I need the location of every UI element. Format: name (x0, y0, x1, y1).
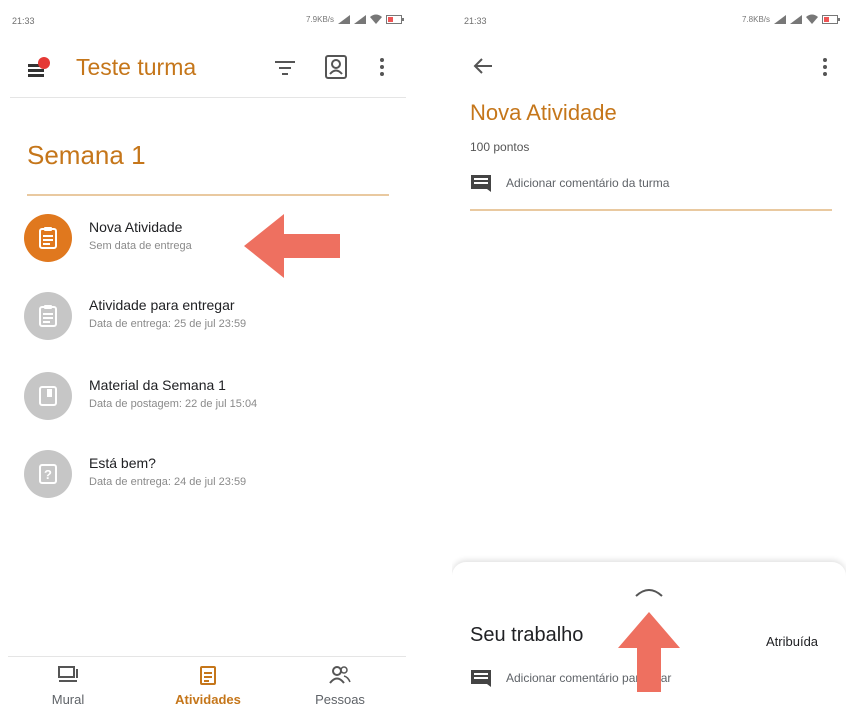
nav-label: Mural (51, 692, 85, 707)
class-comment-button[interactable]: Adicionar comentário da turma (470, 173, 669, 193)
app-bar: Teste turma (0, 48, 410, 88)
status-bar: 21:33 7.8KB/s (452, 14, 846, 30)
assignment-icon (39, 305, 57, 327)
item-subtitle: Data de entrega: 24 de jul 23:59 (89, 476, 247, 488)
arrow-up-icon (618, 612, 680, 692)
nav-atividades[interactable]: Atividades (148, 657, 268, 708)
classwork-icon (200, 666, 216, 685)
work-status: Atribuída (766, 634, 819, 649)
more-vert-icon[interactable] (821, 56, 829, 78)
item-subtitle: Data de postagem: 22 de jul 15:04 (89, 398, 258, 410)
svg-text:?: ? (44, 467, 52, 482)
person-box-icon[interactable] (324, 54, 348, 80)
item-title: Está bem? (89, 455, 156, 471)
week-title: Semana 1 (27, 140, 146, 170)
nav-pessoas[interactable]: Pessoas (280, 657, 400, 708)
item-subtitle: Data de entrega: 25 de jul 23:59 (89, 318, 247, 330)
list-item[interactable]: Atividade para entregar Data de entrega:… (24, 292, 384, 342)
status-time: 21:33 (12, 16, 35, 26)
assignment-divider (470, 209, 832, 211)
status-time: 21:33 (464, 16, 487, 26)
class-comment-label: Adicionar comentário da turma (506, 176, 670, 190)
item-title: Material da Semana 1 (89, 377, 226, 393)
comment-icon (471, 175, 491, 192)
stream-icon (58, 666, 78, 682)
signal-icon (338, 14, 350, 24)
assignment-screen: 21:33 7.8KB/s Nova Atividade 100 pontos … (452, 0, 846, 708)
list-item[interactable]: ? Está bem? Data de entrega: 24 de jul 2… (24, 450, 384, 500)
class-title: Teste turma (76, 54, 197, 80)
bottom-navigation: Mural Atividades Pessoas (8, 656, 406, 708)
battery-icon (386, 14, 404, 24)
network-speed: 7.8KB/s (741, 14, 770, 24)
signal-icon (790, 14, 802, 24)
item-title: Atividade para entregar (89, 297, 235, 313)
item-subtitle: Sem data de entrega (89, 240, 192, 252)
nav-label: Atividades (175, 692, 241, 707)
filter-icon[interactable] (274, 58, 296, 78)
class-screen: 21:33 7.9KB/s Teste turma Semana 1 Nova … (0, 0, 410, 708)
question-icon: ? (39, 464, 57, 484)
signal-icon (774, 14, 786, 24)
appbar-divider (10, 97, 406, 98)
list-item[interactable]: Material da Semana 1 Data de postagem: 2… (24, 372, 384, 422)
people-icon (329, 666, 351, 684)
your-work-title: Seu trabalho (470, 624, 584, 646)
assignment-points: 100 pontos (470, 140, 530, 154)
network-speed: 7.9KB/s (305, 14, 334, 24)
signal-icon (354, 14, 366, 24)
chevron-up-icon[interactable] (634, 586, 664, 598)
week-divider (27, 194, 389, 196)
item-title: Nova Atividade (89, 219, 183, 235)
status-bar: 21:33 7.9KB/s (0, 14, 410, 30)
book-icon (39, 386, 57, 406)
back-arrow-icon[interactable] (472, 56, 494, 76)
arrow-left-icon (244, 214, 340, 278)
more-vert-icon[interactable] (378, 56, 386, 78)
wifi-icon (370, 14, 382, 24)
battery-icon (822, 14, 840, 24)
assignment-icon (39, 227, 57, 249)
nav-mural[interactable]: Mural (8, 657, 128, 708)
comment-icon (471, 670, 491, 687)
assignment-title: Nova Atividade (470, 100, 617, 125)
nav-label: Pessoas (315, 692, 365, 707)
menu-icon[interactable] (26, 56, 52, 80)
wifi-icon (806, 14, 818, 24)
